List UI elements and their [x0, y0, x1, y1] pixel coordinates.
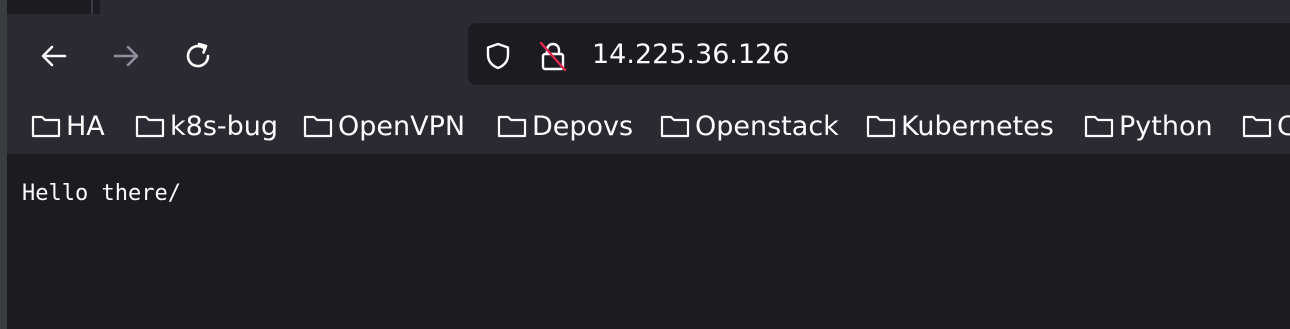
reload-icon [183, 41, 213, 71]
bookmark-folder-ha[interactable]: HA [31, 106, 105, 146]
bookmark-label: Depovs [532, 110, 634, 142]
bookmark-folder-c[interactable]: C [1242, 106, 1290, 146]
bookmark-label: k8s-bug [170, 110, 279, 142]
bookmark-label: OpenVPN [338, 110, 466, 142]
active-tab[interactable] [100, 0, 1290, 14]
folder-icon [303, 113, 333, 139]
folder-icon [1242, 113, 1272, 139]
folder-icon [660, 113, 690, 139]
folder-icon [497, 113, 527, 139]
page-content: Hello there/ [7, 154, 1290, 329]
bookmark-folder-openstack[interactable]: Openstack [660, 106, 839, 146]
reload-button[interactable] [179, 37, 217, 75]
tab-separator [91, 0, 93, 14]
bookmark-folder-depovs[interactable]: Depovs [497, 106, 633, 146]
bookmark-label: Kubernetes [901, 110, 1054, 142]
arrow-left-icon [39, 41, 69, 71]
bookmark-folder-k8s-bug[interactable]: k8s-bug [135, 106, 278, 146]
bookmark-folder-python[interactable]: Python [1084, 106, 1213, 146]
back-button[interactable] [35, 37, 73, 75]
bookmark-label: C [1277, 110, 1290, 142]
bookmark-label: Python [1119, 110, 1213, 142]
url-text[interactable]: 14.225.36.126 [592, 40, 790, 70]
bookmark-label: HA [66, 110, 105, 142]
tab-strip [7, 0, 1290, 14]
navigation-toolbar: 14.225.36.126 [7, 14, 1290, 98]
arrow-right-icon [111, 41, 141, 71]
folder-icon [31, 113, 61, 139]
folder-icon [135, 113, 165, 139]
bookmark-label: Openstack [695, 110, 839, 142]
folder-icon [866, 113, 896, 139]
desktop-edge [0, 0, 7, 329]
folder-icon [1084, 113, 1114, 139]
bookmarks-toolbar: HA k8s-bug OpenVPN Depovs Openstack Kube… [7, 98, 1290, 154]
page-body-text: Hello there/ [22, 181, 181, 206]
forward-button[interactable] [107, 37, 145, 75]
browser-window: 14.225.36.126 HA k8s-bug OpenVPN Depovs … [0, 0, 1290, 329]
shield-icon[interactable] [482, 40, 514, 72]
insecure-lock-icon[interactable] [537, 40, 569, 72]
bookmark-folder-kubernetes[interactable]: Kubernetes [866, 106, 1054, 146]
url-bar[interactable]: 14.225.36.126 [468, 23, 1290, 85]
bookmark-folder-openvpn[interactable]: OpenVPN [303, 106, 465, 146]
